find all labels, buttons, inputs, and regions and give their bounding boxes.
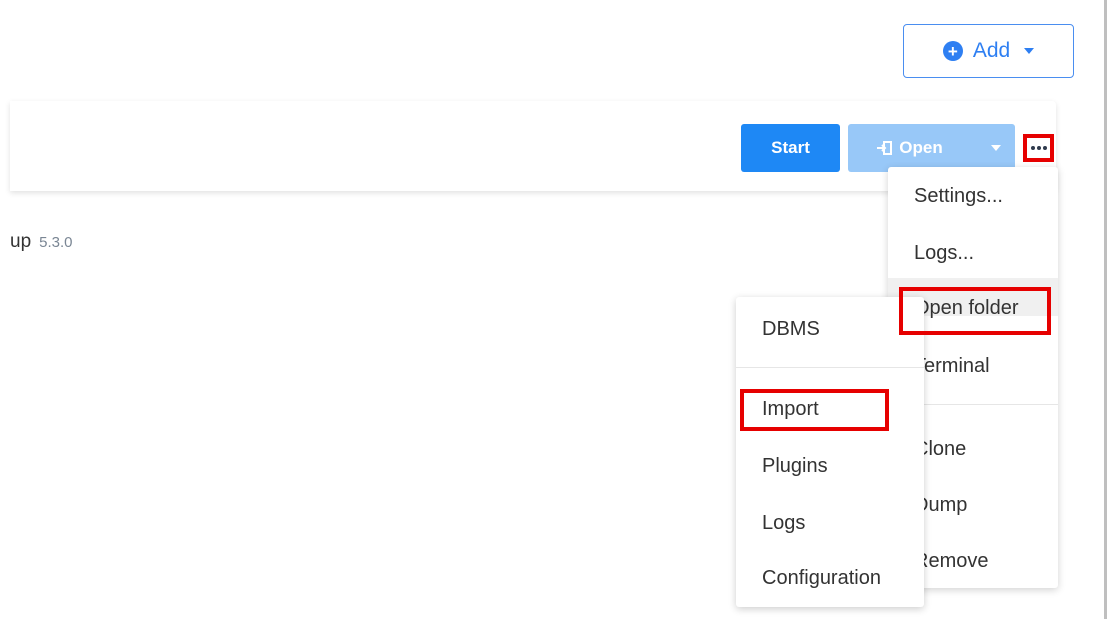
- start-button[interactable]: Start: [741, 124, 840, 172]
- dbms-menu: DBMS Import Plugins Logs Configuration: [736, 297, 924, 607]
- caret-down-icon: [1024, 48, 1035, 54]
- start-button-label: Start: [771, 138, 810, 157]
- ellipsis-icon: [1036, 146, 1041, 150]
- open-button-main[interactable]: Open: [848, 124, 977, 172]
- ellipsis-icon: [1030, 146, 1035, 150]
- menu-item-logs[interactable]: Logs...: [914, 242, 974, 265]
- project-title: up 5.3.0: [10, 231, 73, 253]
- dbms-menu-item-import[interactable]: Import: [762, 398, 819, 421]
- project-name: up: [10, 231, 32, 252]
- caret-down-icon: [991, 145, 1001, 151]
- open-button-label: Open: [899, 138, 943, 157]
- menu-divider: [736, 367, 924, 368]
- open-button[interactable]: Open: [848, 124, 1015, 172]
- dbms-menu-item-logs[interactable]: Logs: [762, 512, 805, 535]
- dbms-menu-item-dbms[interactable]: DBMS: [762, 318, 820, 341]
- project-version: 5.3.0: [39, 234, 73, 251]
- plus-circle-icon: +: [942, 41, 963, 61]
- ellipsis-icon: [1042, 146, 1047, 150]
- open-dropdown-toggle[interactable]: [977, 124, 1015, 172]
- more-options-button[interactable]: [1023, 134, 1054, 162]
- menu-item-remove[interactable]: Remove: [914, 550, 988, 573]
- dbms-menu-item-plugins[interactable]: Plugins: [762, 455, 828, 478]
- add-button-label: Add: [972, 39, 1011, 62]
- dbms-menu-item-configuration[interactable]: Configuration: [762, 567, 881, 590]
- menu-item-open-folder[interactable]: Open folder: [914, 297, 1019, 320]
- sign-in-icon: [877, 141, 893, 155]
- menu-item-terminal[interactable]: Terminal: [914, 355, 990, 378]
- add-button[interactable]: + Add: [903, 24, 1074, 78]
- menu-item-settings[interactable]: Settings...: [914, 185, 1003, 208]
- window-edge: [1104, 0, 1107, 619]
